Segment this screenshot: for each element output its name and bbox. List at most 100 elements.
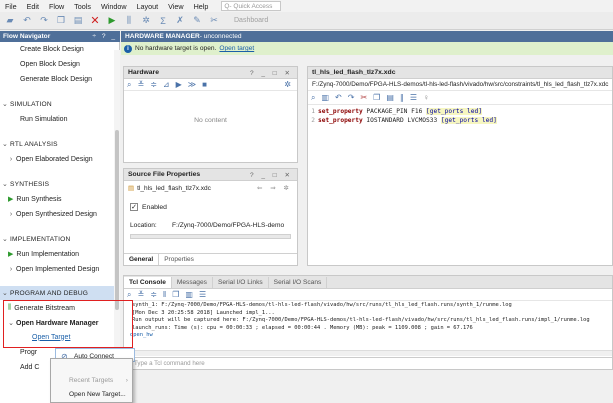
editor-tab[interactable]: tl_hls_led_flash_tlz7x.xdc [308, 67, 612, 79]
search-icon[interactable]: ⌕ [311, 93, 315, 103]
collapse-all-icon[interactable]: ≚ [137, 290, 144, 299]
connect-icon[interactable]: ⊿ [163, 80, 170, 89]
flow-navigator-scroll-thumb[interactable] [115, 130, 119, 310]
flow-item-open-implemented-design[interactable]: › Open Implemented Design [0, 262, 118, 276]
expand-all-icon[interactable]: ≑ [150, 290, 157, 299]
flow-item-run-synthesis[interactable]: ▶ Run Synthesis [0, 192, 118, 206]
open-new-target-label: Open New Target... [69, 390, 126, 398]
stop-icon[interactable]: ■ [202, 80, 207, 89]
tab-properties[interactable]: Properties [159, 254, 199, 265]
chevron-down-icon[interactable]: ⌄ [0, 289, 10, 297]
menu-flow[interactable]: Flow [44, 2, 69, 11]
gear-icon[interactable]: ✲ [284, 80, 291, 89]
flow-item-implementation[interactable]: ⌄ IMPLEMENTATION [0, 232, 118, 246]
edit-icon[interactable]: ✎ [190, 14, 204, 28]
flow-item-create-block-design[interactable]: Create Block Design [0, 42, 118, 56]
chevron-down-icon[interactable]: ⌄ [0, 235, 10, 243]
copy-icon[interactable]: ❐ [54, 14, 68, 28]
flow-item-synthesis[interactable]: ⌄ SYNTHESIS [0, 177, 118, 191]
hardware-pane-controls[interactable]: ? _ □ ✕ [250, 69, 297, 77]
redo-icon[interactable]: ↷ [37, 14, 51, 28]
redo-icon[interactable]: ↷ [348, 93, 355, 102]
menu-edit[interactable]: Edit [22, 2, 44, 11]
flow-item-generate-block-design[interactable]: Generate Block Design [0, 72, 118, 86]
menu-tools[interactable]: Tools [69, 2, 96, 11]
chevron-down-icon[interactable]: ⌄ [0, 140, 10, 148]
expand-all-icon[interactable]: ≑ [150, 80, 157, 89]
undo-icon[interactable]: ↶ [20, 14, 34, 28]
flow-item-run-simulation[interactable]: Run Simulation [0, 112, 118, 126]
settings-icon[interactable]: ✲ [139, 14, 153, 28]
cut-icon[interactable]: ✂ [360, 93, 367, 102]
quick-access-input[interactable]: Q- Quick Access [221, 1, 282, 11]
flow-item-simulation[interactable]: ⌄ SIMULATION [0, 97, 118, 111]
pause-icon[interactable]: ‖ [163, 290, 166, 299]
tab-serial-io-scans[interactable]: Serial I/O Scans [269, 277, 328, 288]
run-icon[interactable]: ▶ [105, 14, 119, 28]
dashboard-button[interactable]: Dashboard [234, 14, 268, 28]
copy-icon[interactable]: ❐ [172, 290, 179, 299]
tab-general[interactable]: General [124, 254, 160, 265]
flow-item-open-block-design[interactable]: Open Block Design [0, 57, 118, 71]
fast-forward-icon[interactable]: ≫ [188, 80, 196, 89]
console-hscroll[interactable] [124, 350, 612, 356]
console-output: synth_1: F:/Zynq-7000/Demo/FPGA-HLS-demo… [124, 301, 612, 340]
tcl-command-input[interactable]: Type a Tcl command here [124, 357, 612, 369]
program-icon[interactable]: ⫼ [122, 14, 136, 28]
recent-targets-item[interactable]: Recent Targets › [51, 373, 132, 387]
console-line: Run output will be captured here: F:/Zyn… [132, 317, 590, 323]
open-folder-icon[interactable]: ▰ [3, 14, 17, 28]
menu-file[interactable]: File [0, 2, 22, 11]
delete-icon[interactable]: ▥ [185, 290, 193, 299]
flow-item-run-implementation[interactable]: ▶ Run Implementation [0, 247, 118, 261]
flow-item-open-elaborated-design[interactable]: › Open Elaborated Design [0, 152, 118, 166]
tab-serial-io-links[interactable]: Serial I/O Links [213, 277, 269, 288]
code-command: set_property [318, 108, 363, 115]
cross-probe-icon[interactable]: ✗ [173, 14, 187, 28]
hardware-manager-title: HARDWARE MANAGER [125, 33, 200, 40]
search-icon[interactable]: ⌕ [127, 290, 131, 300]
properties-hscroll[interactable] [130, 234, 291, 239]
menu-help[interactable]: Help [189, 2, 214, 11]
flow-item-label: Run Implementation [16, 250, 80, 258]
source-properties-controls[interactable]: ? _ □ ✕ [250, 171, 297, 179]
flow-item-label: SIMULATION [10, 100, 52, 108]
chevron-right-icon[interactable]: › [6, 211, 16, 218]
open-new-target-item[interactable]: Open New Target... [51, 387, 132, 401]
paste-icon[interactable]: ▤ [386, 93, 394, 102]
enabled-row: ✓ Enabled [124, 200, 297, 214]
menu-window[interactable]: Window [96, 2, 132, 11]
code-area[interactable]: 1 set_property PACKAGE_PIN F16 [get_ports… [308, 105, 612, 125]
indent-icon[interactable]: ☰ [410, 93, 417, 102]
comment-icon[interactable]: ∥ [400, 93, 404, 102]
delete-icon[interactable]: ✕ [88, 14, 102, 28]
flow-item-program-and-debug[interactable]: ⌄ PROGRAM AND DEBUG [0, 286, 118, 300]
copy-icon[interactable]: ❐ [373, 93, 380, 102]
run-trigger-icon[interactable]: ▶ [176, 80, 182, 89]
bulb-icon[interactable]: ♀ [423, 93, 429, 102]
chevron-down-icon[interactable]: ⌄ [0, 180, 10, 188]
menu-view[interactable]: View [163, 2, 188, 11]
menu-layout[interactable]: Layout [132, 2, 164, 11]
flow-item-rtl-analysis[interactable]: ⌄ RTL ANALYSIS [0, 137, 118, 151]
chevron-right-icon[interactable]: › [6, 266, 16, 273]
tools-icon[interactable]: ✂ [207, 14, 221, 28]
location-row: Location: F:/Zynq-7000/Demo/FPGA-HLS-dem… [124, 218, 297, 232]
sigma-icon[interactable]: Σ [156, 14, 170, 28]
collapse-all-icon[interactable]: ≚ [137, 80, 144, 89]
tab-tcl-console[interactable]: Tcl Console [124, 277, 172, 288]
flow-navigator-controls[interactable]: ÷ ? _ [92, 33, 120, 40]
flow-item-label: Open Synthesized Design [16, 210, 97, 218]
undo-icon[interactable]: ↶ [335, 93, 342, 102]
chevron-right-icon[interactable]: › [6, 156, 16, 163]
tab-messages[interactable]: Messages [172, 277, 213, 288]
open-target-link[interactable]: Open target [219, 45, 254, 52]
search-icon[interactable]: ⌕ [127, 80, 131, 90]
flow-item-open-synthesized-design[interactable]: › Open Synthesized Design [0, 207, 118, 221]
save-icon[interactable]: ▥ [321, 93, 329, 102]
nav-arrows-icon[interactable]: ⇐ ⇒ ✲ [257, 184, 297, 192]
paste-icon[interactable]: ▤ [71, 14, 85, 28]
enabled-checkbox[interactable]: ✓ [130, 203, 138, 211]
chevron-down-icon[interactable]: ⌄ [0, 100, 10, 108]
clear-icon[interactable]: ☰ [199, 290, 206, 299]
